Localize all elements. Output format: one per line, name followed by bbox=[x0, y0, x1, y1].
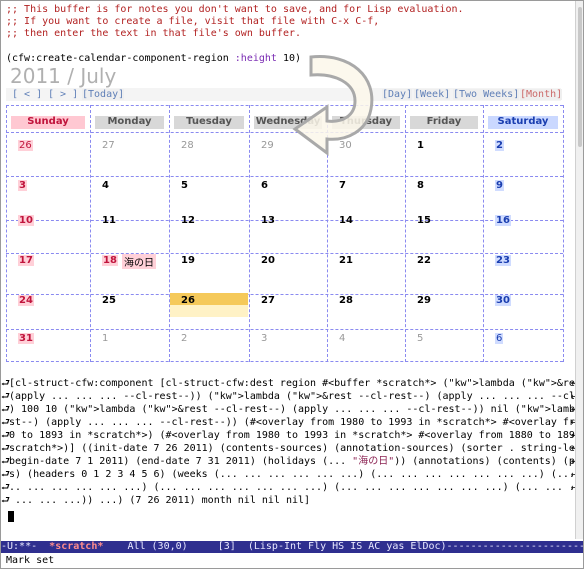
day-cell[interactable]: 30 bbox=[495, 295, 511, 306]
comment-line-3: ;; then enter the text in that file's ow… bbox=[6, 28, 302, 39]
view-two-weeks-button[interactable]: [Two Weeks] bbox=[453, 89, 520, 100]
minibuffer: Mark set bbox=[6, 555, 55, 566]
day-cell[interactable]: 6 bbox=[495, 333, 504, 344]
day-cell[interactable]: 29 bbox=[261, 140, 274, 151]
day-cell[interactable]: 2 bbox=[495, 140, 504, 151]
day-cell[interactable]: 3 bbox=[18, 180, 27, 191]
day-cell[interactable]: 27 bbox=[261, 295, 275, 306]
output-line: ⮐ s) (headers 0 1 2 3 4 5 6) (weeks (... … bbox=[1, 469, 579, 480]
day-cell[interactable]: 27 bbox=[102, 140, 115, 151]
day-cell[interactable]: 5 bbox=[417, 333, 423, 344]
comment-line-1: ;; This buffer is for notes you don't wa… bbox=[6, 4, 464, 15]
holiday-label: 海の日 bbox=[122, 254, 156, 269]
day-cell[interactable]: 7 bbox=[339, 180, 346, 191]
output-line: ⮐ 0 to 1893 in *scratch*>) (#<overlay fro… bbox=[1, 430, 579, 441]
output-line: ⮐ begin-date 7 1 2011) (end-date 7 31 201… bbox=[1, 456, 579, 467]
scrollbar[interactable] bbox=[575, 1, 583, 539]
output-line: ⮐ scratch*>)] ((init-date 7 26 2011) (con… bbox=[1, 443, 579, 454]
refresh-arrow-icon bbox=[292, 55, 374, 156]
day-cell[interactable]: 9 bbox=[495, 180, 504, 191]
comment-line-2: ;; If you want to create a file, visit t… bbox=[6, 16, 380, 27]
modeline-status: -U:**- bbox=[1, 541, 50, 552]
output-line: ⮐ ... ... ...)) ...) (7 26 2011) month n… bbox=[1, 495, 311, 506]
weekday-header-saturday: Saturday bbox=[488, 116, 558, 129]
day-cell[interactable]: 20 bbox=[261, 255, 275, 266]
day-cell[interactable]: 10 bbox=[18, 215, 34, 226]
grid-line bbox=[483, 105, 484, 362]
output-line: ⮐) 100 10 ("kw">lambda ("kw">&rest --cl-… bbox=[1, 404, 579, 415]
today-highlight-lower bbox=[170, 305, 248, 317]
day-cell[interactable]: 17 bbox=[18, 255, 34, 266]
day-cell[interactable]: 26 bbox=[181, 295, 195, 306]
day-cell[interactable]: 4 bbox=[102, 180, 109, 191]
grid-line bbox=[563, 105, 564, 362]
day-cell[interactable]: 8 bbox=[417, 180, 424, 191]
day-cell[interactable]: 4 bbox=[339, 333, 345, 344]
day-cell[interactable]: 28 bbox=[181, 140, 194, 151]
command-keyword: :height bbox=[234, 53, 277, 64]
today-button[interactable]: [Today] bbox=[82, 89, 125, 100]
day-cell[interactable]: 25 bbox=[102, 295, 116, 306]
scrollbar-thumb[interactable] bbox=[578, 7, 582, 147]
view-week-button[interactable]: [Week] bbox=[414, 89, 451, 100]
prev-month-button[interactable]: [ < ] bbox=[12, 89, 42, 100]
day-cell[interactable]: 22 bbox=[417, 255, 431, 266]
day-cell[interactable]: 1 bbox=[102, 333, 108, 344]
weekday-header-friday: Friday bbox=[410, 116, 478, 129]
emacs-frame: ;; This buffer is for notes you don't wa… bbox=[0, 0, 584, 569]
view-month-button[interactable]: [Month] bbox=[520, 89, 563, 100]
day-cell[interactable]: 5 bbox=[181, 180, 188, 191]
next-month-button[interactable]: [ > ] bbox=[48, 89, 78, 100]
view-day-button[interactable]: [Day] bbox=[382, 89, 413, 100]
weekday-header-monday: Monday bbox=[95, 116, 164, 129]
mode-line: -U:**- *scratch* All (30,0) [3] (Lisp-In… bbox=[1, 541, 583, 553]
day-cell[interactable]: 13 bbox=[261, 215, 275, 226]
grid-line bbox=[90, 105, 91, 362]
lisp-output: ⮐ [cl-struct-cfw:component [cl-struct-cfw… bbox=[1, 377, 579, 507]
day-cell[interactable]: 21 bbox=[339, 255, 353, 266]
day-cell[interactable]: 12 bbox=[181, 215, 195, 226]
weekday-header-tuesday: Tuesday bbox=[174, 116, 244, 129]
modeline-buffer-name[interactable]: *scratch* bbox=[49, 541, 103, 552]
calendar-title: 2011 / July bbox=[10, 64, 117, 88]
day-cell[interactable]: 18 bbox=[102, 255, 118, 266]
day-cell[interactable]: 24 bbox=[18, 295, 34, 306]
day-cell[interactable]: 11 bbox=[102, 215, 116, 226]
day-cell[interactable]: 2 bbox=[181, 333, 187, 344]
grid-line bbox=[6, 105, 7, 362]
output-line: ⮐.. ... ... ... ... ...) (... ... ... ..… bbox=[1, 482, 579, 493]
output-line: ⮐ (apply ... ... ... --cl-rest--)) ("kw">… bbox=[1, 391, 579, 402]
day-cell[interactable]: 31 bbox=[18, 333, 34, 344]
day-cell[interactable]: 14 bbox=[339, 215, 353, 226]
day-cell[interactable]: 3 bbox=[261, 333, 267, 344]
text-cursor bbox=[8, 511, 14, 522]
grid-line bbox=[169, 105, 170, 362]
output-line: ⮐ st--) (apply ... ... ... --cl-rest--)) … bbox=[1, 417, 579, 428]
day-cell[interactable]: 28 bbox=[339, 295, 353, 306]
grid-line bbox=[405, 105, 406, 362]
grid-line bbox=[249, 105, 250, 362]
month-calendar-grid: SundayMondayTuesdayWednesdayThursdayFrid… bbox=[6, 105, 564, 362]
day-cell[interactable]: 16 bbox=[495, 215, 511, 226]
weekday-header-sunday: Sunday bbox=[11, 116, 85, 129]
day-cell[interactable]: 23 bbox=[495, 255, 511, 266]
day-cell[interactable]: 15 bbox=[417, 215, 431, 226]
day-cell[interactable]: 1 bbox=[417, 140, 424, 151]
output-line: ⮐ [cl-struct-cfw:component [cl-struct-cfw… bbox=[1, 378, 579, 389]
day-cell[interactable]: 6 bbox=[261, 180, 268, 191]
day-cell[interactable]: 29 bbox=[417, 295, 431, 306]
day-cell[interactable]: 19 bbox=[181, 255, 195, 266]
modeline-info: All (30,0) [3] (Lisp-Int Fly HS IS AC ya… bbox=[127, 541, 583, 552]
day-cell[interactable]: 26 bbox=[18, 140, 33, 151]
command-prefix: (cfw:create-calendar-component-region bbox=[6, 53, 235, 64]
